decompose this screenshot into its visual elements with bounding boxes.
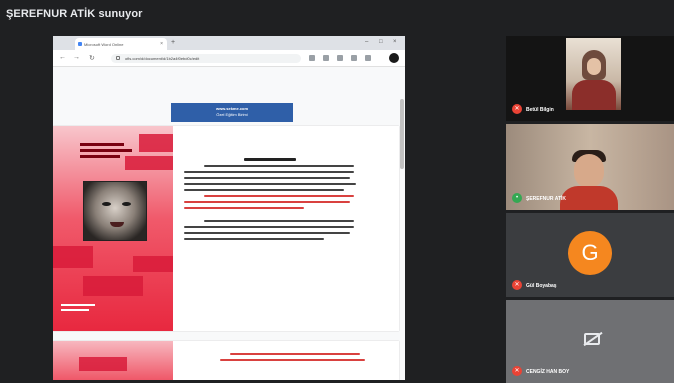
browser-tab[interactable]: Microsoft Word Online × (75, 38, 167, 50)
address-bar-url: ofis.com/d/document/d/1b2a4f0ebd0c/edit (125, 56, 200, 61)
page-side-footer-block (61, 304, 95, 311)
participant-tile[interactable]: G ✕ Gül Boyabaş (506, 213, 674, 297)
participant-name: Betül Bilgin (526, 107, 554, 113)
document-scrollbar[interactable] (400, 99, 404, 169)
extension-icon[interactable] (323, 55, 329, 61)
extension-icon[interactable] (337, 55, 343, 61)
mic-muted-icon: ✕ (512, 280, 522, 290)
participant-name: Gül Boyabaş (526, 283, 557, 289)
address-bar[interactable]: ofis.com/d/document/d/1b2a4f0ebd0c/edit (111, 54, 301, 63)
mic-muted-icon: ✕ (512, 366, 522, 376)
browser-tab-title: Microsoft Word Online (84, 42, 124, 47)
presenter-banner: ŞEREFNUR ATİK sunuyor (6, 8, 143, 20)
browser-toolbar: ← → ↻ ofis.com/d/document/d/1b2a4f0ebd0c… (53, 50, 405, 67)
participant-face (574, 154, 604, 188)
participant-face (587, 58, 601, 75)
bookmark-star-icon[interactable] (309, 55, 315, 61)
participant-name: ŞEREFNUR ATİK (526, 196, 566, 202)
window-maximize-button[interactable]: □ (379, 39, 383, 45)
profile-avatar[interactable] (389, 53, 399, 63)
participant-tile[interactable]: ✕ Betül Bilgin (506, 36, 674, 121)
participant-name: CENGİZ HAN BOY (526, 369, 570, 375)
window-close-button[interactable]: × (393, 39, 397, 45)
shared-screen: Microsoft Word Online × + – □ × ← → ↻ of… (53, 36, 405, 380)
participant-body (560, 186, 618, 210)
document-header-banner: www.sekme.com Özel Eğitim Birimi (171, 103, 293, 122)
document-text-lines (184, 158, 360, 244)
window-minimize-button[interactable]: – (365, 39, 368, 45)
page-side-title-block (80, 143, 150, 158)
mic-active-icon: • (512, 193, 522, 203)
document-page[interactable] (53, 126, 399, 331)
meet-stage: ŞEREFNUR ATİK sunuyor Microsoft Word Onl… (0, 0, 674, 383)
document-page[interactable] (53, 341, 399, 380)
back-arrow-icon[interactable]: ← (59, 54, 66, 61)
student-photo (83, 181, 147, 241)
browser-tab-bar: Microsoft Word Online × + – □ × (53, 36, 405, 50)
tab-close-icon[interactable]: × (160, 41, 163, 47)
decorative-block (125, 156, 173, 170)
decorative-block (83, 276, 143, 296)
document-header-line2: Özel Eğitim Birimi (216, 112, 248, 117)
participant-tile[interactable]: • ŞEREFNUR ATİK (506, 124, 674, 210)
photo-eye (102, 202, 111, 206)
participant-video (566, 38, 621, 110)
word-favicon-icon (78, 42, 82, 46)
decorative-block (53, 246, 93, 268)
forward-arrow-icon[interactable]: → (73, 54, 80, 61)
participant-body (572, 80, 616, 110)
puzzle-extensions-icon[interactable] (365, 55, 371, 61)
photo-eye (122, 202, 131, 206)
participant-avatar: G (568, 231, 612, 275)
extension-icon[interactable] (351, 55, 357, 61)
photo-mouth (110, 222, 124, 227)
mic-muted-icon: ✕ (512, 104, 522, 114)
document-text-lines (220, 353, 365, 365)
decorative-block (133, 256, 173, 272)
lock-icon (116, 56, 120, 60)
decorative-block (79, 357, 127, 371)
reload-icon[interactable]: ↻ (89, 54, 95, 62)
participant-tile[interactable]: ✕ CENGİZ HAN BOY (506, 300, 674, 383)
new-tab-button[interactable]: + (171, 39, 175, 46)
